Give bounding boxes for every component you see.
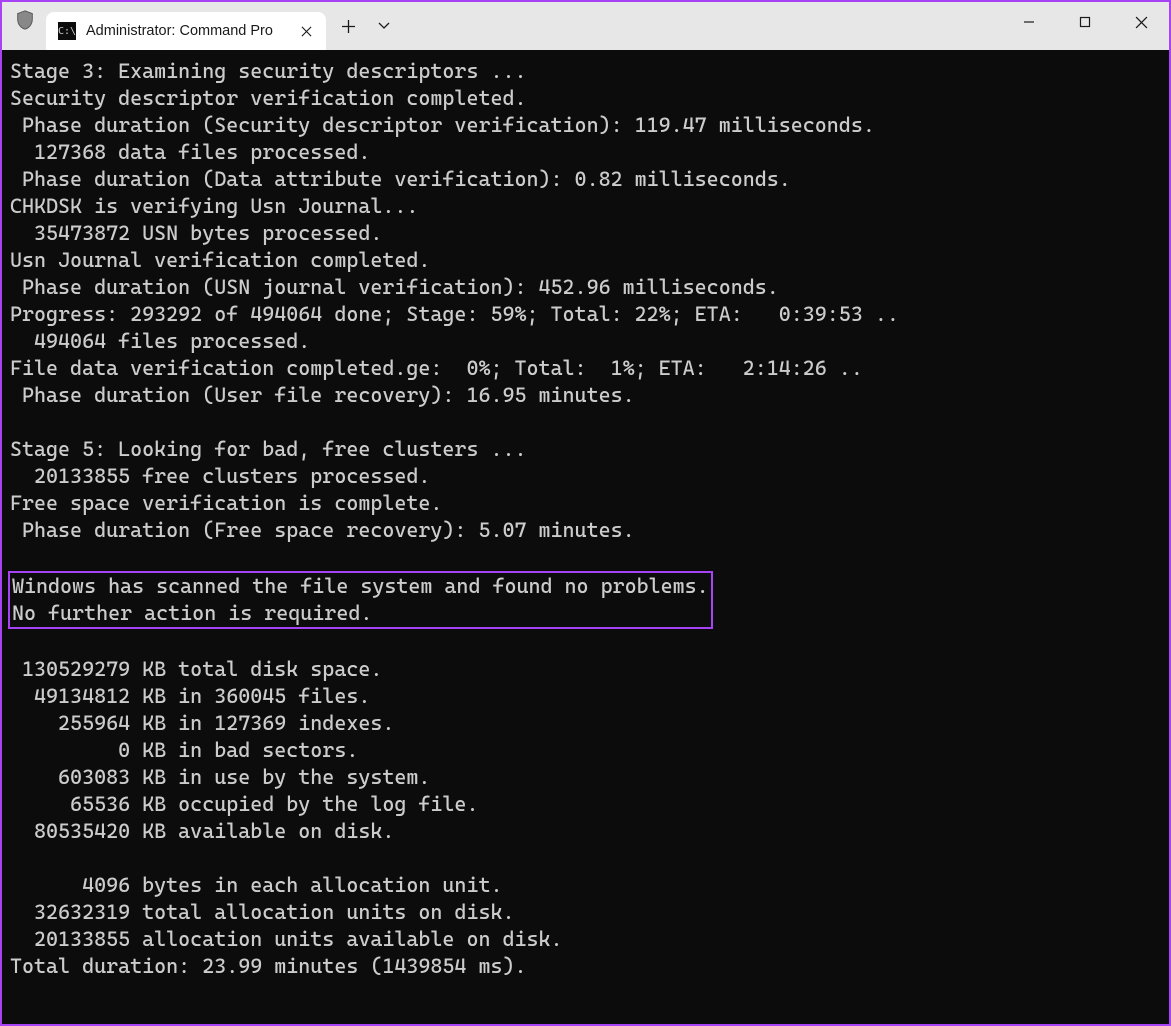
- active-tab[interactable]: C:\ Administrator: Command Pro: [46, 12, 326, 50]
- highlighted-result: Windows has scanned the file system and …: [8, 571, 713, 629]
- close-button[interactable]: [1113, 2, 1169, 42]
- maximize-button[interactable]: [1057, 2, 1113, 42]
- title-bar: C:\ Administrator: Command Pro: [2, 2, 1169, 50]
- minimize-button[interactable]: [1001, 2, 1057, 42]
- tab-dropdown-button[interactable]: [366, 8, 402, 44]
- new-tab-button[interactable]: [330, 8, 366, 44]
- window-controls: [1001, 2, 1169, 42]
- terminal-output[interactable]: Stage 3: Examining security descriptors …: [2, 50, 1169, 1024]
- tab-title: Administrator: Command Pro: [86, 23, 286, 39]
- tab-close-button[interactable]: [296, 21, 316, 41]
- shield-icon: [14, 9, 36, 31]
- cmd-icon: C:\: [58, 22, 76, 40]
